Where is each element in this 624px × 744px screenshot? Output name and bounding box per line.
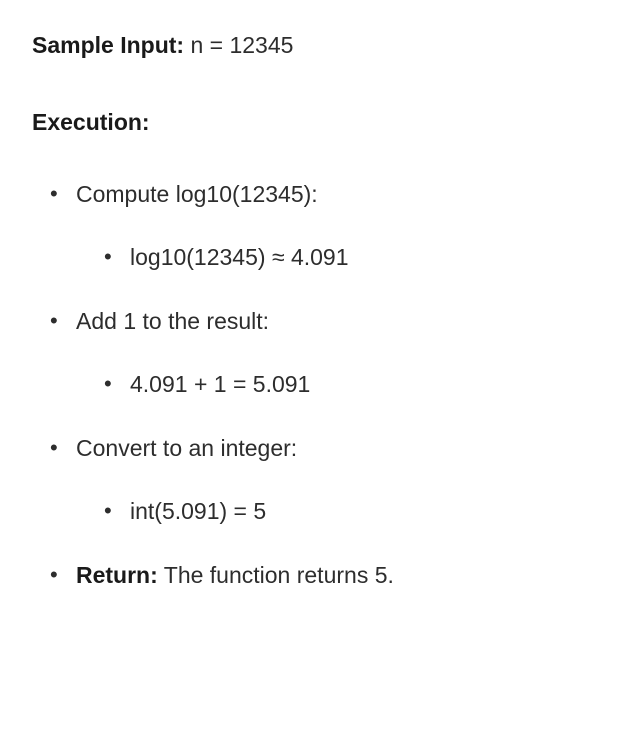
return-text: The function returns 5. (164, 562, 394, 588)
step-sublist: log10(12345) ≈ 4.091 (76, 240, 592, 275)
step-item: Compute log10(12345): log10(12345) ≈ 4.0… (76, 177, 592, 274)
step-sub-item: int(5.091) = 5 (130, 494, 592, 529)
step-item: Add 1 to the result: 4.091 + 1 = 5.091 (76, 304, 592, 401)
step-sub-text: 4.091 + 1 = 5.091 (130, 371, 310, 397)
sample-input-value-text: n = 12345 (190, 32, 293, 58)
sample-input-section: Sample Input: n = 12345 (32, 28, 592, 63)
step-text: Add 1 to the result: (76, 308, 269, 334)
return-label: Return: (76, 562, 158, 588)
step-item: Convert to an integer: int(5.091) = 5 (76, 431, 592, 528)
return-step: Return: The function returns 5. (76, 558, 592, 593)
step-sublist: int(5.091) = 5 (76, 494, 592, 529)
step-sub-item: 4.091 + 1 = 5.091 (130, 367, 592, 402)
execution-steps-list: Compute log10(12345): log10(12345) ≈ 4.0… (32, 177, 592, 593)
step-sub-text: int(5.091) = 5 (130, 498, 266, 524)
step-text: Convert to an integer: (76, 435, 297, 461)
sample-input-label: Sample Input: (32, 32, 184, 58)
step-sub-item: log10(12345) ≈ 4.091 (130, 240, 592, 275)
step-text: Compute log10(12345): (76, 181, 318, 207)
execution-heading: Execution: (32, 105, 592, 140)
step-sub-text: log10(12345) ≈ 4.091 (130, 244, 349, 270)
step-sublist: 4.091 + 1 = 5.091 (76, 367, 592, 402)
